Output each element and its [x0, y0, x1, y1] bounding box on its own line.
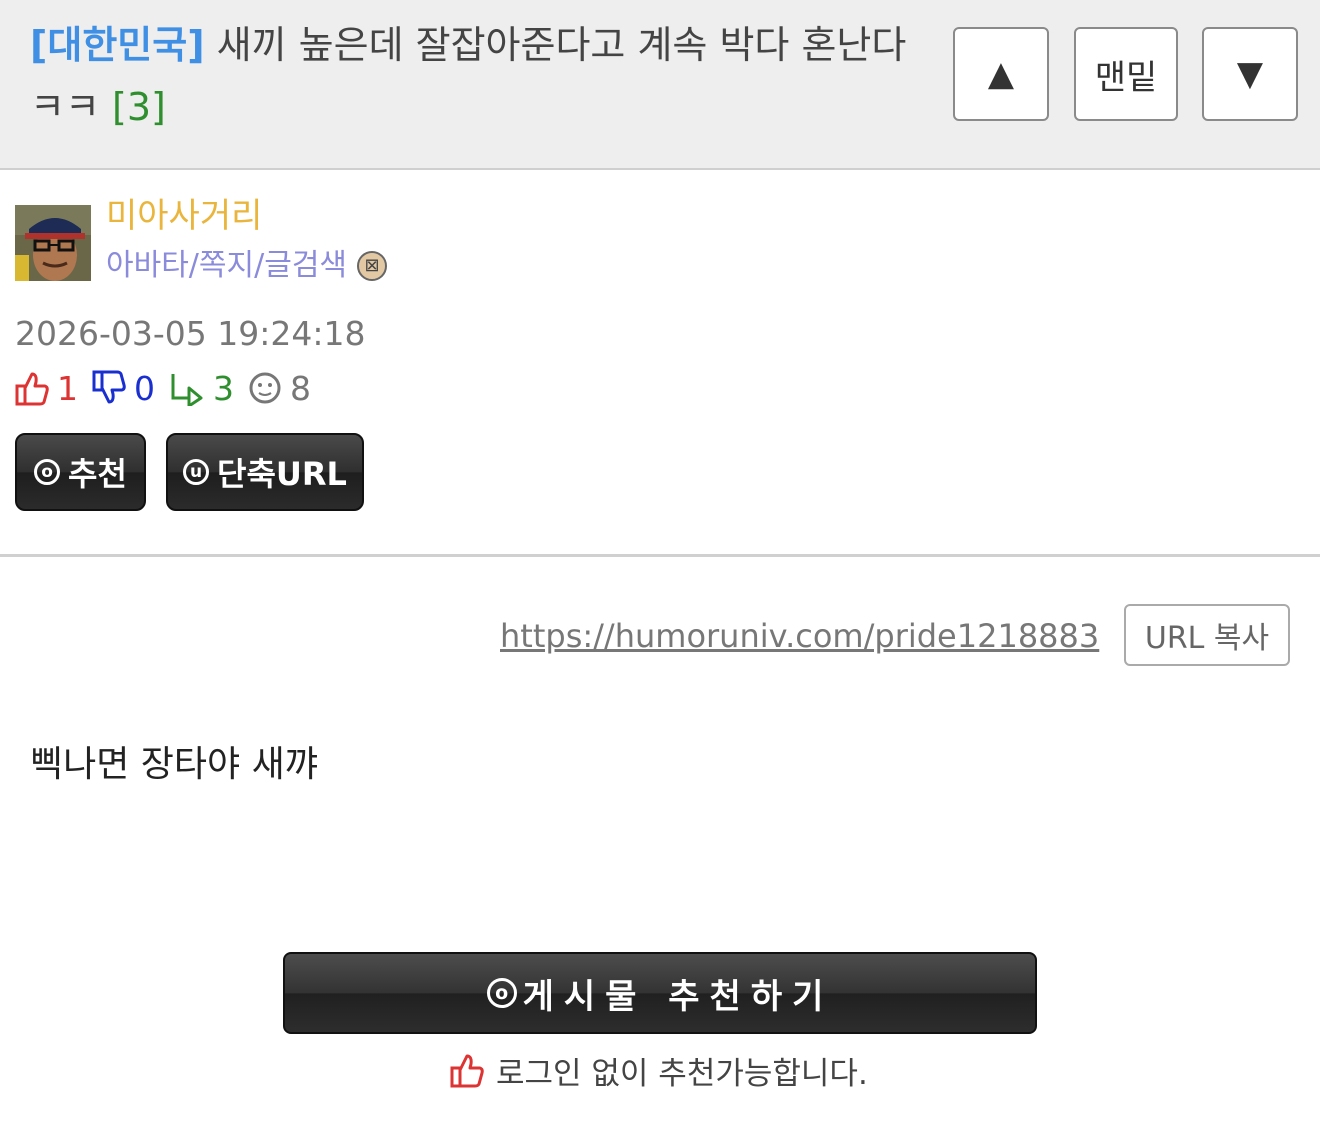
url-copy-button[interactable]: URL 복사 [1124, 604, 1290, 666]
short-url-circle-icon: u [183, 459, 210, 485]
stat-views-count: 8 [290, 368, 311, 408]
thumbs-down-icon [92, 370, 126, 404]
level-badge-icon: ⊠ [357, 251, 388, 281]
stat-up-count: 1 [57, 368, 78, 408]
recommend-note: 로그인 없이 추천가능합니다. [450, 1048, 868, 1092]
author-links-text[interactable]: 아바타/쪽지/글검색 [106, 246, 347, 286]
stat-comments-count: 3 [213, 368, 234, 408]
short-url-button-label: 단축URL [217, 455, 347, 493]
scroll-down-button[interactable]: ▼ [1202, 27, 1298, 121]
post-body: 삑나면 장타야 새꺄 [30, 744, 318, 785]
scroll-up-button[interactable]: ▲ [953, 27, 1049, 121]
scroll-bottom-button[interactable]: 맨밑 [1074, 27, 1178, 121]
stat-views: 8 [248, 369, 311, 408]
stat-comments: 3 [169, 369, 234, 408]
arrow-down-icon: ▼ [1236, 54, 1264, 94]
stat-up: 1 [15, 369, 78, 408]
post-stats: 1 0 3 8 [15, 366, 325, 410]
avatar-image [15, 205, 91, 281]
stat-down-count: 0 [134, 368, 155, 408]
avatar[interactable] [15, 205, 91, 281]
short-url-button[interactable]: u 단축URL [166, 433, 364, 511]
post-category[interactable]: [대한민국] [30, 23, 205, 67]
recommend-note-text: 로그인 없이 추천가능합니다. [496, 1055, 868, 1092]
recommend-post-circle-icon: o [486, 978, 517, 1008]
recommend-button[interactable]: o 추천 [15, 433, 146, 511]
smiley-view-icon [249, 372, 281, 404]
post-date: 2026-03-05 19:24:18 [15, 314, 366, 353]
post-url-link[interactable]: https://humoruniv.com/pride1218883 [500, 614, 1099, 658]
stat-down: 0 [92, 369, 155, 408]
thumbs-up-icon [450, 1054, 484, 1088]
arrow-up-icon: ▲ [987, 54, 1015, 94]
recommend-post-button[interactable]: o 게시물 추천하기 [283, 952, 1037, 1034]
author-links: 아바타/쪽지/글검색 ⊠ [106, 246, 388, 286]
author-name[interactable]: 미아사거리 [106, 194, 262, 238]
recommend-post-label: 게시물 추천하기 [522, 976, 834, 1017]
post-title: [대한민국] 새끼 높은데 잘잡아준다고 계속 박다 혼난다 ㅋㅋ [3] [30, 14, 910, 138]
scroll-bottom-label: 맨밑 [1094, 57, 1158, 98]
comment-count[interactable]: [3] [112, 85, 166, 129]
post-header: [대한민국] 새끼 높은데 잘잡아준다고 계속 박다 혼난다 ㅋㅋ [3] ▲ … [0, 0, 1320, 170]
thumbs-up-icon [15, 372, 49, 406]
reply-arrow-icon [171, 374, 203, 406]
recommend-circle-icon: o [34, 459, 61, 485]
section-divider [0, 554, 1320, 557]
recommend-button-label: 추천 [68, 455, 127, 493]
